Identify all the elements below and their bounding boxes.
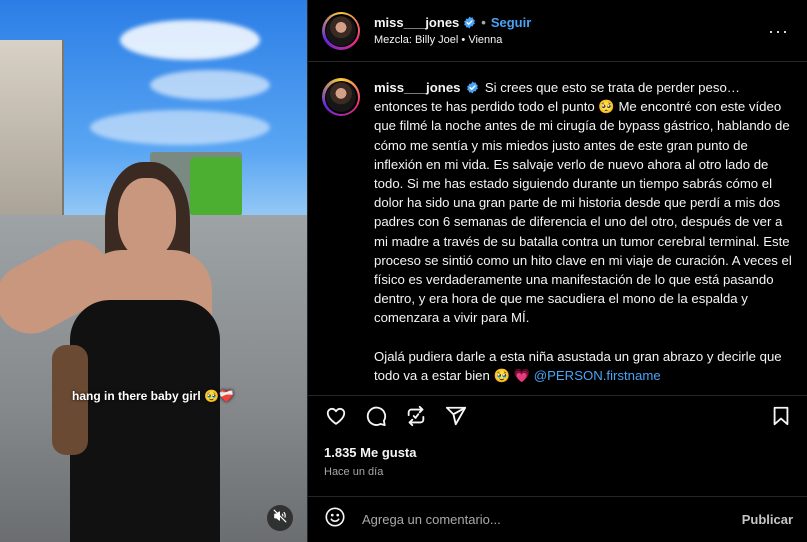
header-line: miss___jones • Seguir — [374, 15, 764, 30]
caption-username[interactable]: miss___jones — [374, 80, 461, 95]
post-side-panel: miss___jones • Seguir Mezcla: Billy Joel… — [307, 0, 807, 542]
bookmark-icon[interactable] — [769, 404, 793, 428]
post-caption-area: miss___jones Si crees que esto se trata … — [308, 62, 807, 394]
background-building — [0, 40, 64, 220]
cloud — [90, 110, 270, 145]
post-actions-bar — [308, 395, 807, 435]
verified-badge-icon — [463, 16, 476, 29]
audio-attribution[interactable]: Mezcla: Billy Joel • Vienna — [374, 34, 764, 46]
more-options-icon[interactable]: ··· — [764, 18, 793, 44]
caption-mention-link[interactable]: @PERSON.firstname — [534, 368, 661, 383]
repost-icon[interactable] — [404, 404, 428, 428]
caption-paragraph-1: Si crees que esto se trata de perder pes… — [374, 80, 792, 326]
post-timestamp[interactable]: Hace un día — [324, 466, 383, 478]
post-header: miss___jones • Seguir Mezcla: Billy Joel… — [308, 0, 807, 62]
comment-input[interactable] — [360, 511, 742, 528]
person-face — [118, 178, 176, 258]
likes-count[interactable]: 1.835 Me gusta — [324, 445, 417, 460]
avatar-image — [326, 15, 356, 46]
avatar-ring-inner — [324, 14, 358, 47]
heart-icon[interactable] — [324, 404, 348, 428]
publish-button[interactable]: Publicar — [742, 512, 793, 527]
mute-button[interactable] — [267, 505, 293, 531]
header-text: miss___jones • Seguir Mezcla: Billy Joel… — [374, 15, 764, 46]
author-username[interactable]: miss___jones — [374, 15, 459, 30]
cloud — [150, 70, 270, 100]
comment-icon[interactable] — [364, 404, 388, 428]
caption-author-avatar[interactable] — [322, 78, 360, 116]
video-text-overlay: hang in there baby girl 🥹❤️‍🩹 — [72, 389, 234, 403]
avatar-image — [326, 82, 356, 112]
cloud — [120, 20, 260, 60]
post-caption: miss___jones Si crees que esto se trata … — [374, 78, 793, 394]
background-truck-cab — [190, 157, 242, 215]
caption-paragraph-2-wrap: Ojalá pudiera darle a esta niña asustada… — [374, 347, 793, 385]
person-body — [70, 300, 220, 542]
emoji-icon[interactable] — [324, 506, 346, 533]
instagram-post-view: hang in there baby girl 🥹❤️‍🩹 — [0, 0, 807, 542]
separator-dot: • — [481, 15, 486, 30]
avatar-ring-inner — [324, 80, 358, 114]
comment-composer: Publicar — [308, 496, 807, 542]
author-avatar[interactable] — [322, 11, 360, 50]
post-media[interactable]: hang in there baby girl 🥹❤️‍🩹 — [0, 0, 307, 542]
speaker-muted-icon — [273, 509, 287, 528]
send-icon[interactable] — [444, 404, 468, 428]
follow-button[interactable]: Seguir — [491, 15, 531, 30]
verified-badge-icon — [466, 80, 479, 94]
